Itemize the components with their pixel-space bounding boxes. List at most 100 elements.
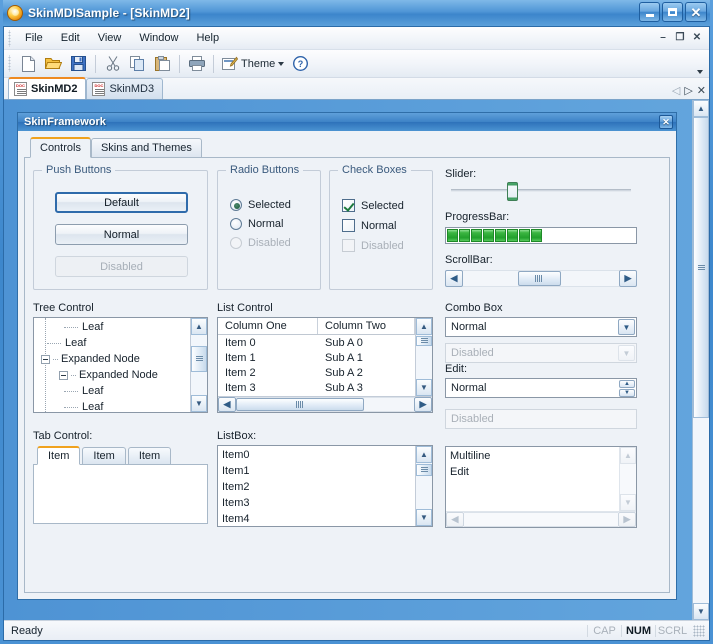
theme-button[interactable]: Theme: [218, 52, 288, 75]
menu-gripper[interactable]: [7, 29, 14, 47]
mini-tab-item-1[interactable]: Item: [37, 446, 81, 465]
scroll-down-arrow-icon[interactable]: ▼: [416, 379, 432, 396]
tree-node[interactable]: Leaf: [34, 319, 190, 335]
checkbox-selected[interactable]: Selected: [342, 199, 404, 212]
table-row[interactable]: Item 0 Sub A 0: [218, 335, 415, 350]
list-item[interactable]: Item0: [218, 447, 415, 463]
collapse-icon[interactable]: [59, 370, 68, 380]
close-button[interactable]: ✕: [685, 2, 707, 22]
scroll-down-arrow-icon[interactable]: ▼: [191, 395, 207, 412]
resize-grip-icon[interactable]: [693, 624, 705, 637]
scrollbar-thumb[interactable]: [517, 271, 562, 286]
radio-normal[interactable]: Normal: [230, 218, 291, 230]
mdi-tab-skinmd3[interactable]: SkinMD3: [86, 78, 164, 99]
scroll-left-arrow-icon[interactable]: ◀: [218, 397, 236, 412]
scroll-up-arrow-icon[interactable]: ▲: [416, 318, 432, 335]
tree-node-expanded[interactable]: Expanded Node: [34, 351, 190, 367]
tree-node-expanded[interactable]: Expanded Node: [34, 367, 190, 383]
collapse-icon[interactable]: [41, 354, 50, 364]
list-item[interactable]: Item4: [218, 511, 415, 526]
mini-tab-item-3[interactable]: Item: [127, 447, 172, 464]
radio-selected[interactable]: Selected: [230, 199, 291, 211]
menu-edit[interactable]: Edit: [52, 29, 89, 47]
horizontal-scrollbar[interactable]: ◀ ▶: [445, 270, 637, 287]
scroll-left-arrow-icon[interactable]: ◀: [445, 270, 463, 287]
normal-button[interactable]: Normal: [55, 224, 188, 245]
mdi-tab-skinmd2[interactable]: SkinMD2: [8, 77, 87, 99]
chevron-down-icon[interactable]: ▼: [618, 319, 635, 335]
scrollbar-thumb[interactable]: [191, 345, 207, 373]
menu-help[interactable]: Help: [187, 29, 228, 47]
scrollbar-track[interactable]: [693, 117, 709, 603]
menu-window[interactable]: Window: [130, 29, 187, 47]
toolbar-overflow-chevron-icon[interactable]: [697, 70, 703, 74]
toolbar-gripper[interactable]: [7, 55, 14, 72]
scroll-right-arrow-icon[interactable]: ▶: [414, 397, 432, 412]
mdi-restore-button[interactable]: ❐: [672, 30, 688, 45]
print-icon[interactable]: [185, 52, 208, 75]
list-control[interactable]: Column One Column Two Item 0 Sub A 0 Ite…: [217, 317, 433, 413]
quantity-stepper[interactable]: ▲ ▼: [619, 380, 635, 397]
tab-prev-icon[interactable]: ◁: [672, 84, 680, 97]
maximize-button[interactable]: [662, 2, 683, 22]
skinframework-close-button[interactable]: ✕: [659, 115, 673, 129]
mdi-vertical-scrollbar[interactable]: ▲ ▼: [692, 100, 709, 620]
menu-file[interactable]: File: [16, 29, 52, 47]
scrollbar-track[interactable]: [236, 397, 414, 412]
edit-normal[interactable]: Normal ▲ ▼: [445, 378, 637, 398]
copy-icon[interactable]: [126, 52, 149, 75]
listbox-vertical-scrollbar[interactable]: ▲ ▼: [415, 446, 432, 526]
checkbox-normal[interactable]: Normal: [342, 219, 404, 232]
new-document-icon[interactable]: [17, 52, 40, 75]
scrollbar-thumb[interactable]: [236, 398, 365, 411]
slider-track[interactable]: [451, 182, 631, 201]
menu-view[interactable]: View: [89, 29, 131, 47]
default-button[interactable]: Default: [55, 192, 188, 213]
save-icon[interactable]: [67, 52, 90, 75]
scrollbar-thumb[interactable]: [416, 463, 432, 476]
scrollbar-track[interactable]: [463, 270, 619, 287]
scrollbar-track[interactable]: [416, 463, 432, 509]
slider-thumb[interactable]: [506, 182, 518, 201]
scrollbar-track[interactable]: [191, 335, 207, 395]
list-item[interactable]: Item3: [218, 495, 415, 511]
chevron-down-icon[interactable]: [278, 61, 285, 66]
combo-box-normal[interactable]: Normal ▼: [445, 317, 637, 337]
listbox[interactable]: Item0 Item1 Item2 Item3 Item4 Item5 Item…: [217, 445, 433, 527]
tab-next-icon[interactable]: ▷: [684, 84, 692, 97]
column-header-one[interactable]: Column One: [218, 318, 318, 335]
scrollbar-thumb[interactable]: [693, 117, 709, 419]
multiline-edit[interactable]: Multiline Edit ▲ ▼ ◀ ▶: [445, 446, 637, 528]
list-vertical-scrollbar[interactable]: ▲ ▼: [415, 318, 432, 396]
spin-down-icon[interactable]: ▼: [619, 389, 635, 397]
cut-icon[interactable]: [101, 52, 124, 75]
tree-node[interactable]: Leaf: [34, 335, 190, 351]
scroll-up-arrow-icon[interactable]: ▲: [693, 100, 709, 117]
tree-control[interactable]: Leaf Leaf Expanded Node Expanded Node Le…: [33, 317, 208, 413]
list-item[interactable]: Item1: [218, 463, 415, 479]
scrollbar-track[interactable]: [416, 335, 432, 379]
scrollbar-thumb[interactable]: [416, 335, 432, 346]
mdi-minimize-button[interactable]: –: [655, 30, 671, 45]
paste-icon[interactable]: [151, 52, 174, 75]
scroll-up-arrow-icon[interactable]: ▲: [191, 318, 207, 335]
table-row[interactable]: Item 1 Sub A 1: [218, 350, 415, 365]
tree-node[interactable]: Leaf: [34, 399, 190, 412]
list-horizontal-scrollbar[interactable]: ◀ ▶: [218, 396, 432, 412]
tab-close-icon[interactable]: ✕: [697, 84, 706, 97]
list-item[interactable]: Item2: [218, 479, 415, 495]
help-icon[interactable]: ?: [289, 52, 312, 75]
scroll-right-arrow-icon[interactable]: ▶: [619, 270, 637, 287]
mdi-close-button[interactable]: ✕: [689, 30, 705, 45]
scroll-up-arrow-icon[interactable]: ▲: [416, 446, 432, 463]
minimize-button[interactable]: [639, 2, 660, 22]
spin-up-icon[interactable]: ▲: [619, 380, 635, 388]
tree-vertical-scrollbar[interactable]: ▲ ▼: [190, 318, 207, 412]
tab-controls[interactable]: Controls: [30, 137, 91, 158]
scroll-down-arrow-icon[interactable]: ▼: [693, 603, 709, 620]
open-folder-icon[interactable]: [42, 52, 65, 75]
scroll-down-arrow-icon[interactable]: ▼: [416, 509, 432, 526]
table-row[interactable]: Item 3 Sub A 3: [218, 381, 415, 396]
table-row[interactable]: Item 2 Sub A 2: [218, 366, 415, 381]
tree-node[interactable]: Leaf: [34, 383, 190, 399]
